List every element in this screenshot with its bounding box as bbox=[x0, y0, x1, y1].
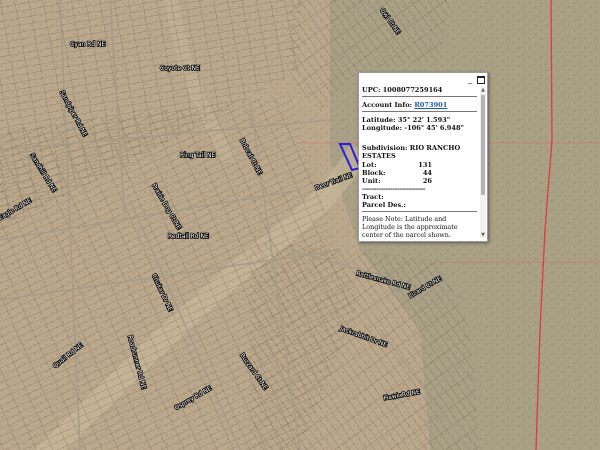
longitude-row: Longitude: -106° 45' 6.948" bbox=[362, 124, 477, 132]
street-label: Redtail Rd NE bbox=[168, 233, 209, 240]
street-label: Coyote Ct NE bbox=[160, 65, 200, 72]
popup-titlebar: _ bbox=[359, 73, 487, 87]
divider bbox=[362, 96, 477, 98]
parcel-des-label: Parcel Des.: bbox=[362, 201, 406, 210]
popup-scrollbar[interactable]: ▲ ▼ bbox=[480, 87, 486, 238]
map-canvas[interactable]: Cyan Rd NE Coyote Ct NE Sandpiper Rd NE … bbox=[0, 0, 600, 450]
unit-value: 26 bbox=[422, 176, 432, 185]
upc-row: UPC: 1008077259164 bbox=[362, 86, 477, 94]
popup-content: UPC: 1008077259164 Account Info: R073901… bbox=[362, 86, 477, 237]
note-text: Please Note: Latitude and Longitude is t… bbox=[362, 215, 458, 237]
street-label: Cyan Rd NE bbox=[70, 41, 106, 48]
lot-block-unit-table: Lot: 131 Block: 44 Unit: 26 bbox=[362, 161, 477, 185]
scroll-down-icon[interactable]: ▼ bbox=[480, 232, 486, 238]
account-label: Account Info: bbox=[362, 101, 413, 110]
maximize-icon[interactable] bbox=[477, 76, 485, 84]
divider bbox=[362, 211, 477, 213]
minimize-icon[interactable]: _ bbox=[466, 76, 474, 84]
lot-label: Lot: bbox=[362, 160, 377, 169]
block-label: Block: bbox=[362, 168, 386, 177]
scroll-thumb[interactable] bbox=[481, 95, 485, 195]
subdivision-label: Subdivision: bbox=[362, 144, 408, 153]
scroll-up-icon[interactable]: ▲ bbox=[480, 87, 486, 93]
parcel-info-popup[interactable]: _ UPC: 1008077259164 Account Info: R0739… bbox=[358, 72, 488, 242]
upc-value: 1008077259164 bbox=[382, 86, 443, 94]
latitude-value: 35° 22' 1.593" bbox=[397, 116, 451, 125]
latitude-row: Latitude: 35° 22' 1.593" bbox=[362, 116, 477, 124]
upc-label: UPC: bbox=[362, 86, 381, 94]
divider bbox=[362, 111, 477, 113]
account-row: Account Info: R073901 bbox=[362, 101, 477, 109]
subdivision-row: Subdivision: RIO RANCHO ESTATES bbox=[362, 144, 477, 160]
latitude-label: Latitude: bbox=[362, 116, 396, 125]
dash-divider: --------------------------- bbox=[362, 184, 426, 193]
tract-label: Tract: bbox=[362, 192, 384, 201]
unit-label: Unit: bbox=[362, 176, 381, 185]
longitude-label: Longitude: bbox=[362, 124, 403, 133]
block-value: 44 bbox=[422, 168, 432, 177]
lot-value: 131 bbox=[418, 160, 432, 169]
account-link[interactable]: R073901 bbox=[414, 101, 447, 109]
longitude-value: -106° 45' 6.948" bbox=[404, 124, 464, 133]
street-label: Ring Tail NE bbox=[180, 152, 215, 159]
